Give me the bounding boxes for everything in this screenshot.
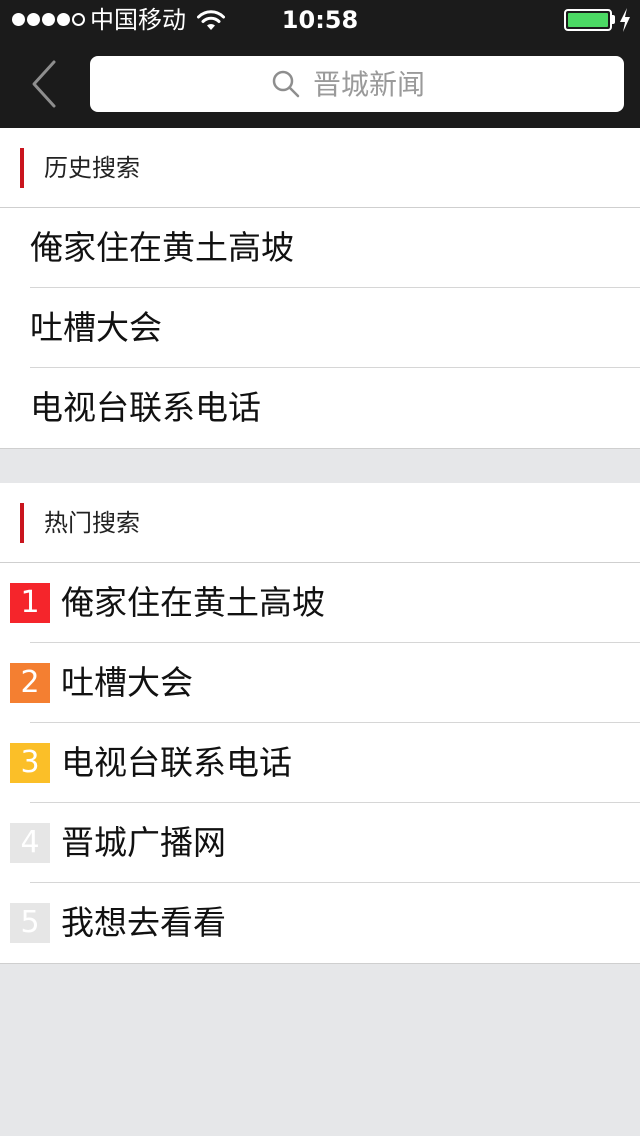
- hot-item[interactable]: 3 电视台联系电话: [0, 723, 640, 803]
- history-item[interactable]: 俺家住在黄土高坡: [0, 208, 640, 288]
- history-item-label: 吐槽大会: [30, 308, 162, 347]
- history-list: 俺家住在黄土高坡 吐槽大会 电视台联系电话: [0, 208, 640, 448]
- rank-badge: 1: [10, 583, 50, 623]
- status-time: 10:58: [281, 6, 359, 34]
- hot-item-label: 吐槽大会: [61, 663, 193, 702]
- rank-badge: 4: [10, 823, 50, 863]
- header: 中国移动 10:58: [0, 0, 640, 128]
- hot-item-label: 俺家住在黄土高坡: [61, 583, 325, 622]
- battery-nub: [612, 15, 615, 24]
- search-icon: [272, 70, 300, 98]
- rank-badge: 3: [10, 743, 50, 783]
- section-marker: [20, 503, 24, 543]
- battery-level-fill: [568, 13, 608, 27]
- history-item-label: 电视台联系电话: [30, 388, 261, 427]
- hot-item-label: 晋城广播网: [61, 823, 226, 862]
- history-item-label: 俺家住在黄土高坡: [30, 228, 294, 267]
- hot-item[interactable]: 1 俺家住在黄土高坡: [0, 563, 640, 643]
- history-item[interactable]: 吐槽大会: [0, 288, 640, 368]
- hot-title: 热门搜索: [44, 509, 140, 537]
- hot-item-label: 我想去看看: [61, 903, 226, 942]
- status-bar: 中国移动 10:58: [0, 0, 640, 40]
- hot-header: 热门搜索: [0, 483, 640, 563]
- charging-bolt-icon: [620, 8, 630, 32]
- history-section: 历史搜索 俺家住在黄土高坡 吐槽大会 电视台联系电话: [0, 128, 640, 449]
- history-item[interactable]: 电视台联系电话: [0, 368, 640, 448]
- history-title: 历史搜索: [44, 154, 140, 182]
- chevron-left-icon: [32, 60, 56, 108]
- search-input[interactable]: [313, 67, 443, 101]
- back-button[interactable]: [24, 54, 68, 114]
- section-marker: [20, 148, 24, 188]
- rank-badge: 5: [10, 903, 50, 943]
- history-header: 历史搜索: [0, 128, 640, 208]
- nav-bar: [0, 40, 640, 128]
- search-bar[interactable]: [90, 56, 624, 112]
- hot-item[interactable]: 2 吐槽大会: [0, 643, 640, 723]
- hot-item-label: 电视台联系电话: [61, 743, 292, 782]
- hot-item[interactable]: 4 晋城广播网: [0, 803, 640, 883]
- hot-section: 热门搜索 1 俺家住在黄土高坡 2 吐槽大会 3 电视台联系电话 4 晋城广播网: [0, 483, 640, 964]
- rank-badge: 2: [10, 663, 50, 703]
- hot-list: 1 俺家住在黄土高坡 2 吐槽大会 3 电视台联系电话 4 晋城广播网 5 我想…: [0, 563, 640, 963]
- hot-item[interactable]: 5 我想去看看: [0, 883, 640, 963]
- battery-icon: [564, 9, 612, 31]
- app: 中国移动 10:58 晋城新闻 历史搜索 俺家住在黄土高坡 吐槽大会 电视台联系…: [0, 0, 640, 1136]
